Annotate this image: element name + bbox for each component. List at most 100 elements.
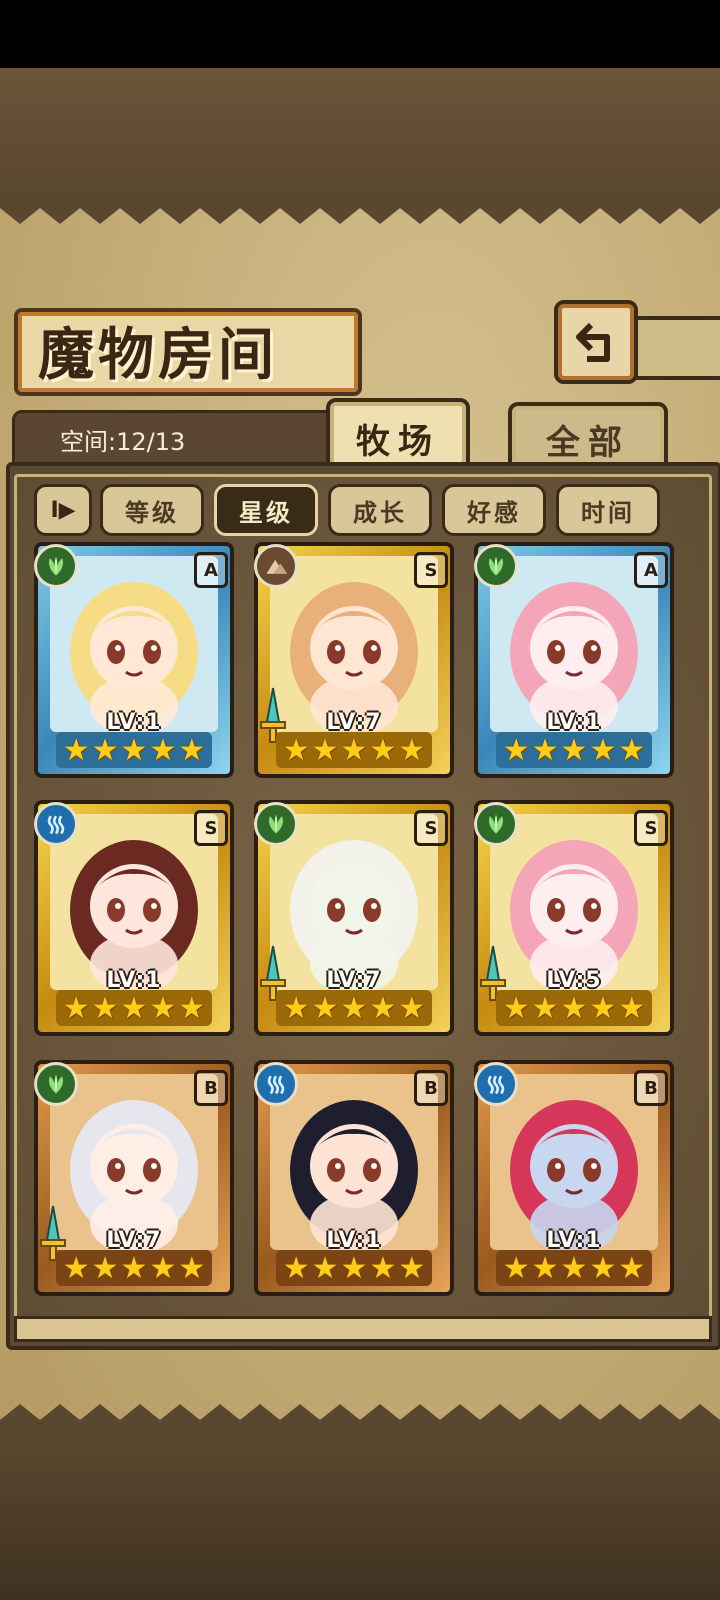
star-rating: ★ ★ ★ ★ ★ [276, 732, 432, 768]
star-icon: ★ [178, 732, 206, 768]
star-rating: ★ ★ ★ ★ ★ [496, 990, 652, 1026]
back-button-bar [630, 316, 720, 380]
rank-badge: B [194, 1070, 228, 1106]
star-icon: ★ [560, 990, 588, 1026]
star-icon: ★ [149, 990, 177, 1026]
star-icon: ★ [502, 732, 530, 768]
star-rating: ★ ★ ★ ★ ★ [276, 1250, 432, 1286]
sort-star-button[interactable]: 星级 [214, 484, 318, 536]
rank-badge: S [194, 810, 228, 846]
star-icon: ★ [502, 990, 530, 1026]
monster-card[interactable]: A LV:1 ★ ★ ★ ★ ★ [34, 542, 234, 778]
rank-badge: S [414, 810, 448, 846]
leaf-icon [34, 544, 78, 588]
star-icon: ★ [120, 1250, 148, 1286]
star-icon: ★ [531, 732, 559, 768]
star-rating: ★ ★ ★ ★ ★ [496, 1250, 652, 1286]
panel-bottom-trim [14, 1316, 712, 1342]
star-icon: ★ [340, 990, 368, 1026]
leaf-icon [474, 802, 518, 846]
star-icon: ★ [120, 732, 148, 768]
star-icon: ★ [502, 1250, 530, 1286]
star-icon: ★ [560, 1250, 588, 1286]
water-icon [474, 1062, 518, 1106]
sort-time-button[interactable]: 时间 [556, 484, 660, 536]
star-icon: ★ [369, 990, 397, 1026]
star-icon: ★ [560, 732, 588, 768]
star-icon: ★ [369, 1250, 397, 1286]
monster-portrait [50, 1074, 218, 1250]
star-icon: ★ [62, 990, 90, 1026]
rank-badge: A [194, 552, 228, 588]
star-icon: ★ [91, 990, 119, 1026]
sort-affection-button[interactable]: 好感 [442, 484, 546, 536]
star-rating: ★ ★ ★ ★ ★ [56, 990, 212, 1026]
leaf-icon [474, 544, 518, 588]
star-icon: ★ [282, 1250, 310, 1286]
star-icon: ★ [149, 1250, 177, 1286]
back-button[interactable] [554, 300, 638, 384]
star-icon: ★ [62, 1250, 90, 1286]
star-icon: ★ [369, 732, 397, 768]
status-bar [0, 0, 720, 68]
star-icon: ★ [589, 1250, 617, 1286]
star-rating: ★ ★ ★ ★ ★ [276, 990, 432, 1026]
monster-card[interactable]: S LV:7 ★ ★ ★ ★ ★ [254, 800, 454, 1036]
monster-portrait [490, 814, 658, 990]
sort-order-toggle[interactable]: I▶ [34, 484, 92, 536]
star-icon: ★ [178, 1250, 206, 1286]
star-icon: ★ [340, 1250, 368, 1286]
capacity-label: 空间:12/13 [60, 428, 186, 456]
monster-portrait [50, 556, 218, 732]
star-icon: ★ [340, 732, 368, 768]
star-icon: ★ [398, 732, 426, 768]
sort-growth-button[interactable]: 成长 [328, 484, 432, 536]
bottom-zigzag-border [0, 1404, 720, 1440]
star-icon: ★ [618, 990, 646, 1026]
rank-badge: B [414, 1070, 448, 1106]
water-icon [254, 1062, 298, 1106]
bottom-band [0, 1440, 720, 1600]
star-icon: ★ [618, 1250, 646, 1286]
star-icon: ★ [311, 732, 339, 768]
rank-badge: S [634, 810, 668, 846]
star-icon: ★ [311, 1250, 339, 1286]
rank-badge: A [634, 552, 668, 588]
return-arrow-icon [576, 322, 610, 362]
monster-portrait [490, 1074, 658, 1250]
star-icon: ★ [120, 990, 148, 1026]
star-icon: ★ [589, 990, 617, 1026]
monster-card[interactable]: A LV:1 ★ ★ ★ ★ ★ [474, 542, 674, 778]
leaf-icon [254, 802, 298, 846]
star-rating: ★ ★ ★ ★ ★ [56, 732, 212, 768]
leaf-icon [34, 1062, 78, 1106]
star-rating: ★ ★ ★ ★ ★ [496, 732, 652, 768]
star-icon: ★ [398, 990, 426, 1026]
monster-card[interactable]: S LV:7 ★ ★ ★ ★ ★ [254, 542, 454, 778]
star-icon: ★ [398, 1250, 426, 1286]
sort-level-button[interactable]: 等级 [100, 484, 204, 536]
rank-badge: S [414, 552, 448, 588]
monster-portrait [270, 556, 438, 732]
star-icon: ★ [178, 990, 206, 1026]
water-icon [34, 802, 78, 846]
star-icon: ★ [618, 732, 646, 768]
monster-card[interactable]: B LV:1 ★ ★ ★ ★ ★ [254, 1060, 454, 1296]
rank-badge: B [634, 1070, 668, 1106]
star-icon: ★ [282, 990, 310, 1026]
monster-portrait [270, 814, 438, 990]
monster-portrait [490, 556, 658, 732]
top-zigzag-border [0, 190, 720, 224]
monster-card[interactable]: S LV:1 ★ ★ ★ ★ ★ [34, 800, 234, 1036]
page-title: 魔物房间 [38, 322, 278, 388]
monster-portrait [270, 1074, 438, 1250]
star-icon: ★ [91, 732, 119, 768]
top-band [0, 68, 720, 193]
monster-card[interactable]: B LV:1 ★ ★ ★ ★ ★ [474, 1060, 674, 1296]
star-icon: ★ [531, 990, 559, 1026]
star-icon: ★ [589, 732, 617, 768]
monster-card[interactable]: S LV:5 ★ ★ ★ ★ ★ [474, 800, 674, 1036]
star-icon: ★ [149, 732, 177, 768]
star-rating: ★ ★ ★ ★ ★ [56, 1250, 212, 1286]
monster-card[interactable]: B LV:7 ★ ★ ★ ★ ★ [34, 1060, 234, 1296]
